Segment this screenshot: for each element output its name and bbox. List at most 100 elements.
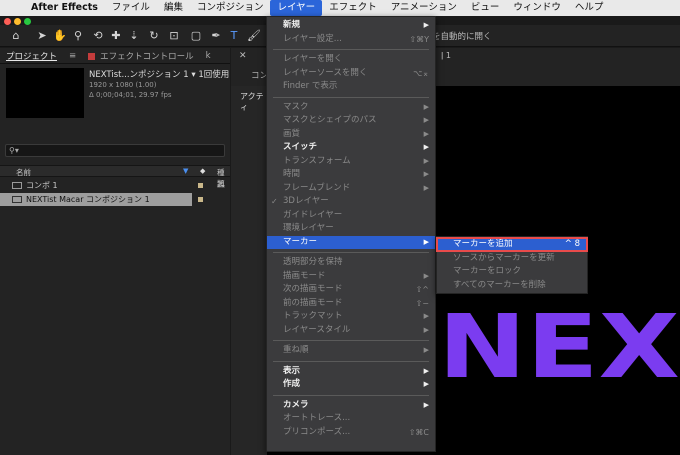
menu-composition[interactable]: コンポジション [190,0,271,16]
layer-menu-item-17[interactable]: マーカー ▶ [267,235,435,249]
zoom-tool-icon[interactable]: ⚲ [70,28,86,44]
menu-edit[interactable]: 編集 [157,0,190,16]
active-camera-label: アクティ [240,92,264,112]
marker-submenu: マーカーを追加 ^ 8 ソースからマーカーを更新 マーカーをロックすべてのマーカーを削… [436,236,588,294]
layer-menu-item-13: フレームブレンド ▶ [267,182,435,195]
layer-menu-item-label: レイヤーソースを開く [283,67,368,78]
layer-menu-item-label: オートトレース... [283,413,351,423]
nex-logo-text: NEX [438,313,680,383]
layer-menu-item-label: 環境レイヤー [283,223,334,233]
tab-effect-controls[interactable]: エフェクトコントロール [82,50,200,62]
layer-menu-item-label: カメラ [283,399,309,410]
layer-menu-item-10[interactable]: スイッチ ▶ [267,141,435,154]
project-item-comp1[interactable]: コンポ 1 ⁂ [0,179,230,192]
project-item-nextist-comp[interactable]: NEXTist Macar コンポジション 1 [0,193,192,206]
lock-icon [88,52,96,60]
rectangle-tool-icon[interactable]: ▢ [188,28,204,44]
layer-menu-item-26: 重ね順 ▶ [267,344,435,357]
comp-usage: 1回使用 [198,70,230,80]
menu-view[interactable]: ビュー [464,0,507,16]
tab-menu-icon[interactable]: ≡ [63,51,82,61]
layer-menu-item-31[interactable]: カメラ ▶ [267,399,435,412]
selection-tool-icon[interactable]: ➤ [34,28,50,44]
submenu-arrow-icon: ▶ [423,183,429,192]
checkmark-icon: ✓ [271,197,278,206]
submenu-arrow-icon: ▶ [423,170,429,178]
composition-side-strip: アクティ [231,86,267,455]
layer-menu-item-12: 時間 ▶ [267,168,435,181]
project-tabs: プロジェクト ≡ エフェクトコントロール k [0,48,230,64]
home-icon[interactable]: ⌂ [8,28,24,44]
pen-tool-icon[interactable]: ✒ [208,28,224,44]
layer-menu-item-label: 表示 [283,365,301,376]
composition-icon [12,196,22,203]
menu-file[interactable]: ファイル [105,0,157,16]
marker-submenu-item-label: マーカーをロック [453,266,522,276]
layer-menu-item-3: レイヤーを開く [267,53,435,66]
pan-behind-tool-icon[interactable]: ⊡ [166,28,182,44]
tab-project[interactable]: プロジェクト [0,50,63,62]
layer-menu-item-0[interactable]: 新規 ▶ [267,19,435,32]
marker-submenu-item-label: すべてのマーカーを削除 [453,279,546,290]
rotate-tool-icon[interactable]: ↻ [146,28,162,44]
project-item-label: NEXTist Macar コンポジション 1 [26,195,150,204]
marker-submenu-item-label: ソースからマーカーを更新 [453,252,555,263]
project-search-input[interactable]: ⚲▾ [5,144,225,157]
layer-menu-item-label: 時間 [283,169,301,179]
nex-logo[interactable]: NEX [438,313,680,383]
shortcut-label: ⇧⌘Y [409,34,429,44]
close-window-button[interactable] [4,18,11,25]
layer-menu-item-20: 描画モード ▶ [267,270,435,283]
menu-layer[interactable]: レイヤー [270,0,323,16]
submenu-arrow-icon: ▶ [423,116,429,124]
menu-help[interactable]: ヘルプ [568,0,611,16]
hand-tool-icon[interactable]: ✋ [52,28,68,44]
camera-orbit-icon[interactable]: ⟲ [90,28,106,44]
submenu-arrow-icon: ▶ [423,21,429,29]
composition-tab-number[interactable]: ǀ 1 [441,51,451,60]
submenu-arrow-icon: ▶ [423,102,429,111]
sort-icon[interactable]: ▼ [183,167,188,175]
project-column-header: 名前 ▼ ◆ 種類 [0,165,230,188]
type-tool-icon[interactable]: T [226,28,242,44]
menu-effect[interactable]: エフェクト [322,0,384,16]
brush-tool-icon[interactable]: 🖌 [246,28,262,44]
layer-menu-item-label: 次の描画モード [283,284,343,294]
submenu-arrow-icon: ▶ [423,312,429,320]
layer-menu-item-29[interactable]: 作成 ▶ [267,378,435,391]
composition-icon [12,182,22,189]
comp-resolution: 1920 x 1080 (1.00) [89,81,157,89]
camera-pan-icon[interactable]: ✚ [108,28,124,44]
comp-info: NEXTist...ンポジション 1 ▾ 1回使用 1920 x 1080 (1… [89,70,229,100]
label-color-swatch[interactable] [198,183,203,188]
layer-menu-item-16: 環境レイヤー [267,222,435,235]
zoom-window-button[interactable] [24,18,31,25]
comp-info-name[interactable]: NEXTist...ンポジション 1 ▾ [89,70,196,80]
close-tab-icon[interactable]: ✕ [239,51,247,61]
tab-overflow-icon[interactable]: k [200,51,217,61]
layer-menu-item-24: レイヤースタイル ▶ [267,324,435,337]
shortcut-label: ⇧^ [415,285,429,294]
submenu-arrow-icon: ▶ [423,346,429,354]
layer-menu-item-label: 作成 [283,379,301,389]
flowchart-icon[interactable]: ⁂ [217,179,225,192]
marker-submenu-item-0[interactable]: マーカーを追加 ^ 8 [436,237,588,252]
submenu-arrow-icon: ▶ [423,237,429,246]
shortcut-label: ⌥⌅ [413,68,429,78]
minimize-window-button[interactable] [14,18,21,25]
comp-thumbnail [6,68,84,118]
project-item-label: コンポ 1 [26,181,58,190]
submenu-arrow-icon: ▶ [423,366,429,375]
layer-menu-item-14: ✓ 3Dレイヤー [267,195,435,208]
label-color-swatch[interactable] [198,197,203,202]
layer-menu-item-label: フレームブレンド [283,182,351,193]
menu-window[interactable]: ウィンドウ [506,0,568,16]
menu-after-effects[interactable]: After Effects [24,0,105,16]
layer-menu-item-28[interactable]: 表示 ▶ [267,365,435,378]
menu-separator [273,394,429,396]
col-name[interactable]: 名前 [16,167,31,178]
label-tag-icon[interactable]: ◆ [200,167,205,175]
menu-animation[interactable]: アニメーション [384,0,464,16]
camera-dolly-icon[interactable]: ⇣ [126,28,142,44]
layer-menu-item-11: トランスフォーム ▶ [267,155,435,168]
